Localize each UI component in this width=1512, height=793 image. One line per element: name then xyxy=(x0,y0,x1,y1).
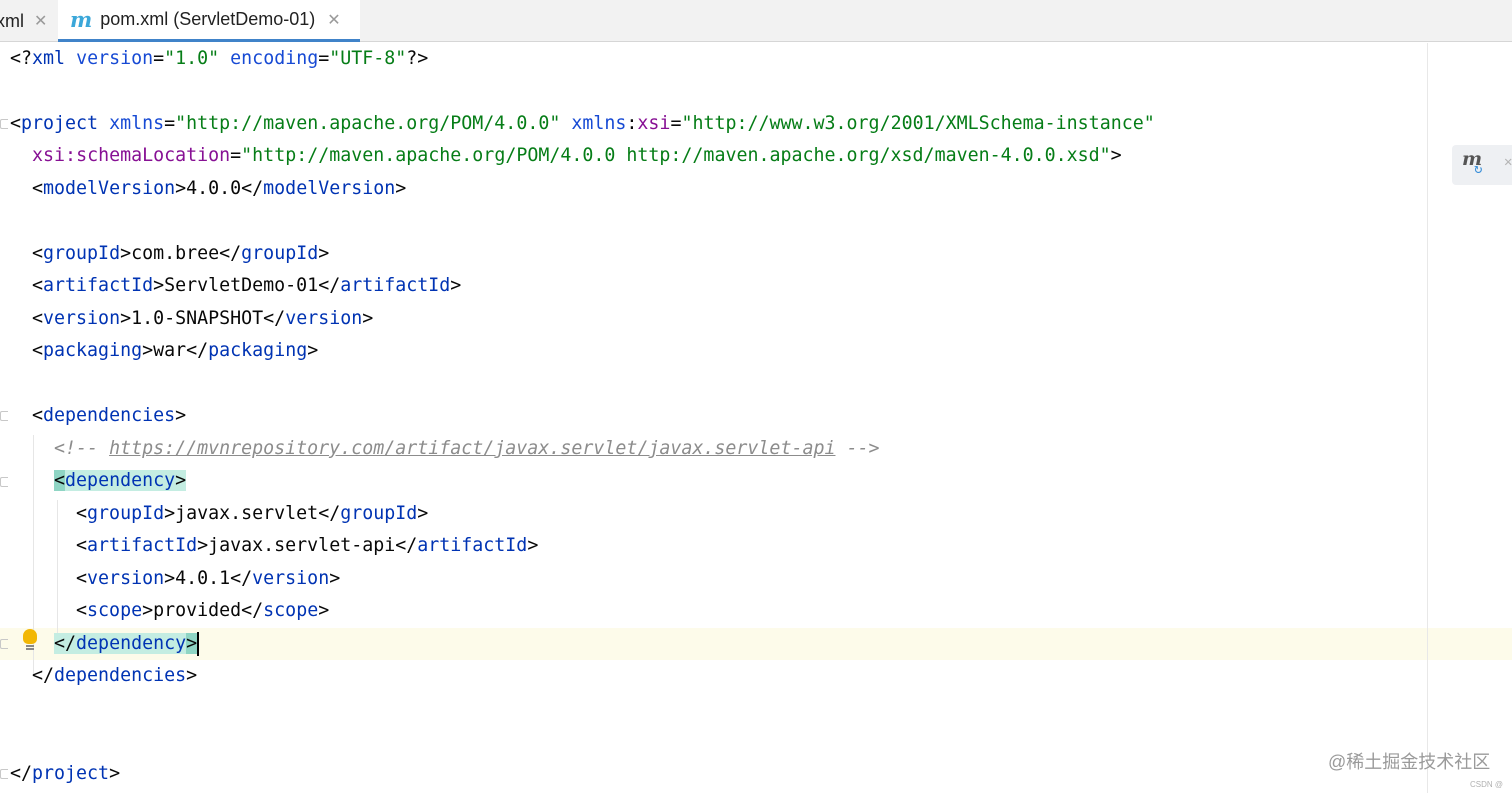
code-editor[interactable]: <?xml version="1.0" encoding="UTF-8"?> <… xyxy=(0,43,1512,793)
fold-marker-icon[interactable] xyxy=(0,769,8,779)
code-line: <version>1.0-SNAPSHOT</version> xyxy=(10,308,374,329)
text-caret xyxy=(197,632,200,656)
code-line: <version>4.0.1</version> xyxy=(10,568,341,589)
watermark: @稀土掘金技术社区 xyxy=(1328,752,1491,772)
close-icon[interactable]: ✕ xyxy=(327,10,340,30)
tab-pom-xml[interactable]: m pom.xml (ServletDemo-01) ✕ xyxy=(58,0,360,42)
fold-marker-icon[interactable] xyxy=(0,411,8,421)
maven-icon: m xyxy=(70,7,93,32)
current-line-highlight xyxy=(0,628,1512,660)
code-line: <groupId>javax.servlet</groupId> xyxy=(10,503,429,524)
code-line: <groupId>com.bree</groupId> xyxy=(10,243,330,264)
maven-reload-button[interactable]: m ↻ ✕ xyxy=(1452,145,1512,185)
close-icon[interactable]: ✕ xyxy=(34,11,47,31)
code-line: </dependencies> xyxy=(10,665,198,686)
code-line: xsi:schemaLocation="http://maven.apache.… xyxy=(32,145,1122,166)
tab-previous-file[interactable]: xml ✕ xyxy=(0,0,47,42)
code-line: <dependency> xyxy=(54,470,187,491)
fold-marker-icon[interactable] xyxy=(0,477,8,487)
code-line: </dependency> xyxy=(54,632,200,656)
tab-active-label: pom.xml (ServletDemo-01) xyxy=(100,9,316,29)
code-line: <artifactId>ServletDemo-01</artifactId> xyxy=(10,275,462,296)
fold-marker-icon[interactable] xyxy=(0,639,8,649)
fold-marker-icon[interactable] xyxy=(0,119,8,129)
comment-url-link[interactable]: https://mvnrepository.com/artifact/javax… xyxy=(109,438,835,459)
code-line: <?xml version="1.0" encoding="UTF-8"?> xyxy=(10,48,429,69)
right-margin-guide xyxy=(1427,43,1428,793)
code-line: </project> xyxy=(10,763,121,784)
watermark-small: CSDN @ xyxy=(1470,780,1504,789)
code-line: <scope>provided</scope> xyxy=(10,600,330,621)
close-icon[interactable]: ✕ xyxy=(1504,154,1512,170)
maven-reload-icon: ↻ xyxy=(1474,161,1483,177)
editor-tab-bar: xml ✕ m pom.xml (ServletDemo-01) ✕ xyxy=(0,0,1512,42)
code-line: <artifactId>javax.servlet-api</artifactI… xyxy=(10,535,539,556)
tab-previous-label: xml xyxy=(0,10,24,31)
code-line: <packaging>war</packaging> xyxy=(10,340,319,361)
code-line: <!-- https://mvnrepository.com/artifact/… xyxy=(54,438,880,459)
code-line: <project xmlns="http://maven.apache.org/… xyxy=(10,113,1155,134)
code-line: <dependencies> xyxy=(10,405,187,426)
code-line: <modelVersion>4.0.0</modelVersion> xyxy=(10,178,407,199)
